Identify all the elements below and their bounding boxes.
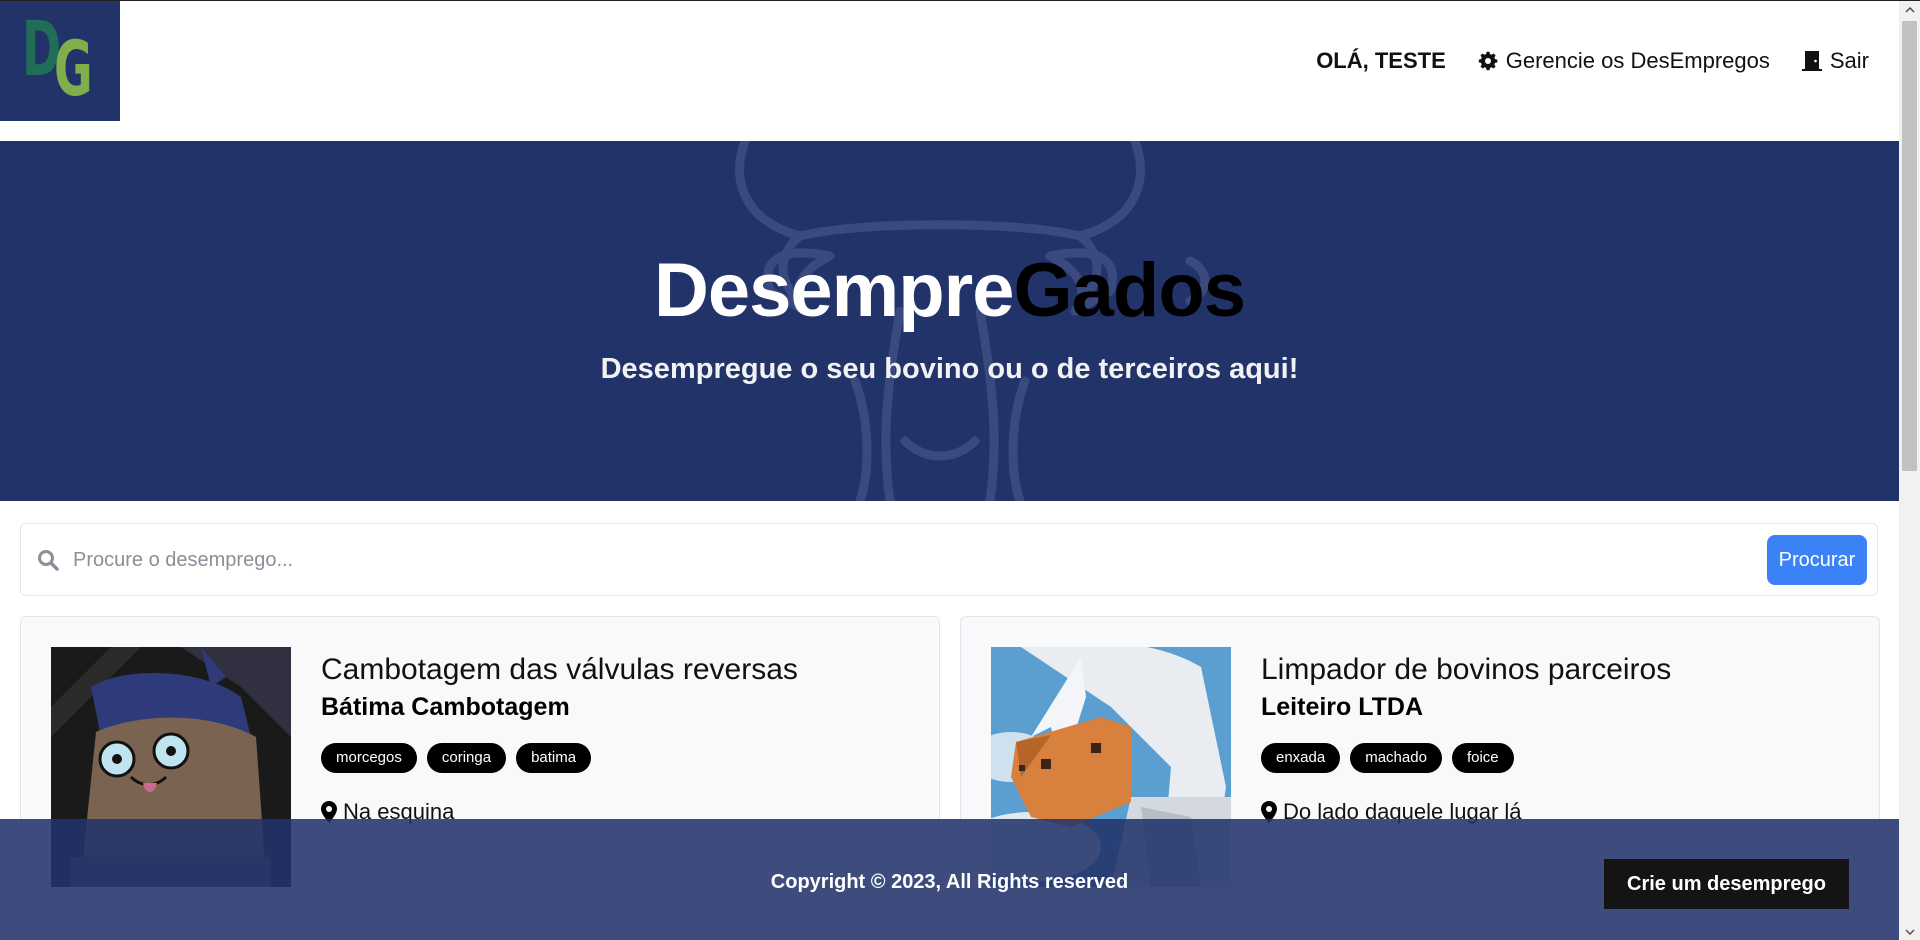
user-greeting: OLÁ, TESTE bbox=[1316, 48, 1446, 73]
manage-jobs-label: Gerencie os DesEmpregos bbox=[1505, 48, 1770, 73]
job-tag[interactable]: foice bbox=[1451, 743, 1514, 773]
logo-letter-g: G bbox=[54, 24, 93, 113]
footer: Copyright © 2023, All Rights reserved Cr… bbox=[0, 819, 1899, 940]
job-title[interactable]: Limpador de bovinos parceiros bbox=[1261, 653, 1671, 687]
create-job-button[interactable]: Crie um desemprego bbox=[1604, 859, 1849, 909]
logout-label: Sair bbox=[1829, 48, 1869, 73]
job-title[interactable]: Cambotagem das válvulas reversas bbox=[321, 653, 798, 687]
scroll-down-arrow-icon[interactable] bbox=[1899, 923, 1920, 940]
hero-banner: DesempreGados Desempregue o seu bovino o… bbox=[0, 141, 1899, 501]
logout-link[interactable]: Sair bbox=[1800, 48, 1869, 74]
door-icon bbox=[1801, 51, 1822, 71]
search-icon bbox=[38, 550, 59, 571]
search-button[interactable]: Procurar bbox=[1767, 535, 1867, 585]
job-company: Leiteiro LTDA bbox=[1261, 693, 1424, 721]
job-tags: enxada machado foice bbox=[1261, 743, 1524, 773]
top-navbar: D G OLÁ, TESTE Gerencie os DesEmpregos S… bbox=[0, 1, 1899, 141]
job-tag[interactable]: machado bbox=[1350, 743, 1442, 773]
hero-title-part1: Desempre bbox=[653, 248, 1015, 333]
gear-icon bbox=[1478, 51, 1498, 71]
user-nav: OLÁ, TESTE Gerencie os DesEmpregos Sair bbox=[1316, 48, 1869, 74]
hero-title: DesempreGados bbox=[0, 253, 1899, 329]
search-input[interactable] bbox=[71, 538, 1771, 582]
job-tag[interactable]: coringa bbox=[426, 743, 507, 773]
scrollbar-thumb[interactable] bbox=[1902, 21, 1917, 471]
job-tag[interactable]: enxada bbox=[1261, 743, 1341, 773]
job-tag[interactable]: batima bbox=[516, 743, 592, 773]
page: D G OLÁ, TESTE Gerencie os DesEmpregos S… bbox=[0, 0, 1920, 940]
job-company: Bátima Cambotagem bbox=[321, 693, 570, 721]
page-scrollbar[interactable] bbox=[1899, 1, 1920, 940]
job-tag[interactable]: morcegos bbox=[321, 743, 417, 773]
search-bar: Procurar bbox=[20, 523, 1878, 596]
hero-title-part2: Gados bbox=[1013, 248, 1246, 333]
scroll-up-arrow-icon[interactable] bbox=[1899, 1, 1920, 19]
logo[interactable]: D G bbox=[0, 1, 120, 121]
job-tags: morcegos coringa batima bbox=[321, 743, 601, 773]
hero-subtitle: Desempregue o seu bovino ou o de terceir… bbox=[600, 353, 1299, 385]
manage-jobs-link[interactable]: Gerencie os DesEmpregos bbox=[1476, 48, 1770, 74]
